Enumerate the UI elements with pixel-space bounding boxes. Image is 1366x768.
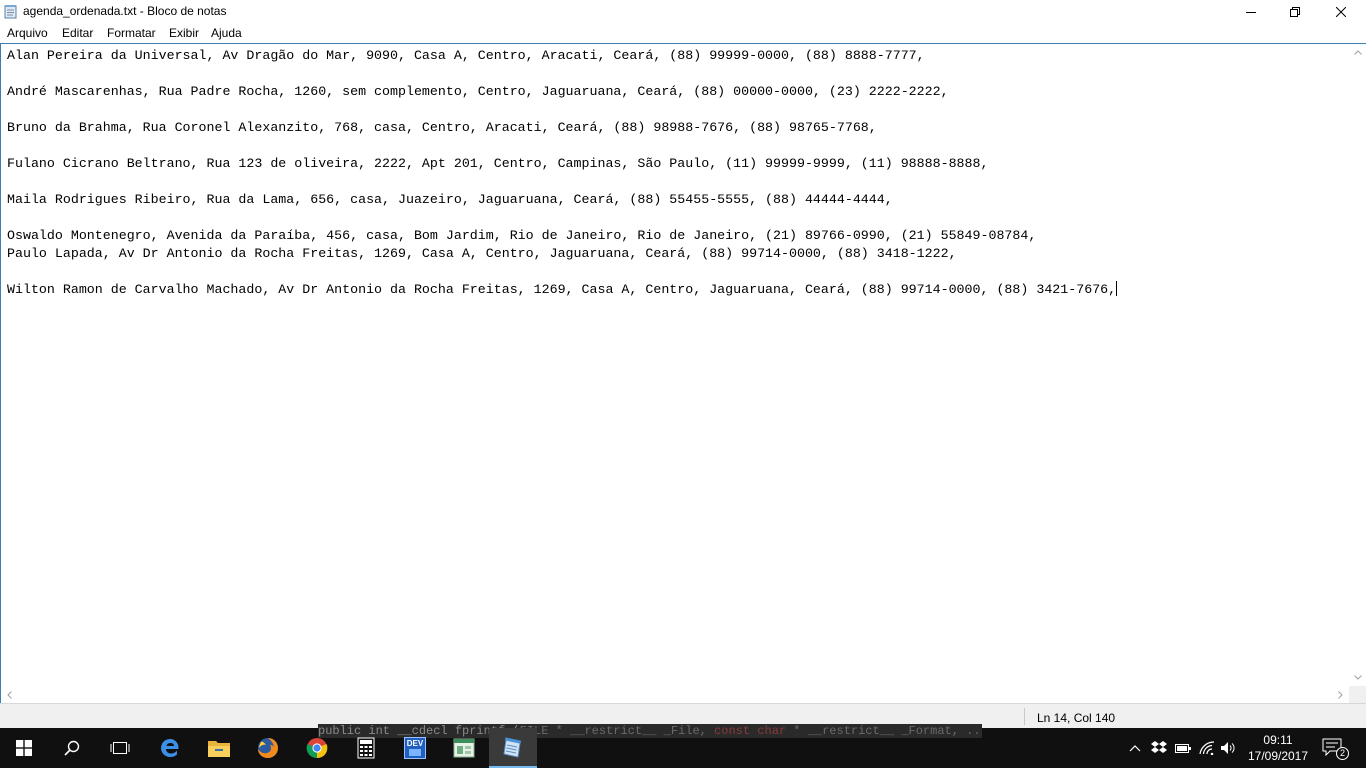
text-line[interactable]: Bruno da Brahma, Rua Coronel Alexanzito,… (7, 119, 1347, 137)
text-line[interactable]: Alan Pereira da Universal, Av Dragão do … (7, 47, 1347, 65)
menu-ajuda[interactable]: Ajuda (211, 26, 242, 40)
chevron-left-icon (7, 690, 12, 699)
text-line[interactable]: Oswaldo Montenegro, Avenida da Paraíba, … (7, 227, 1347, 245)
taskbar-devcpp[interactable]: DEV (391, 728, 439, 768)
task-view-icon (110, 742, 130, 754)
system-clock[interactable]: 09:11 17/09/2017 (1238, 732, 1318, 764)
menu-bar: Arquivo Editar Formatar Exibir Ajuda (0, 23, 1366, 42)
calculator-icon (357, 737, 375, 759)
vertical-scrollbar[interactable] (1349, 44, 1366, 686)
start-button[interactable] (0, 728, 48, 768)
tray-volume[interactable] (1221, 740, 1237, 756)
code-keyword: const char (714, 724, 787, 738)
devcpp-icon: DEV (404, 737, 426, 759)
taskbar-app[interactable] (440, 728, 488, 768)
clock-date: 17/09/2017 (1247, 749, 1309, 763)
folder-icon (208, 741, 230, 757)
windows-logo-icon (16, 740, 32, 756)
horizontal-scrollbar[interactable] (1, 686, 1349, 703)
text-caret (1116, 281, 1118, 296)
text-line[interactable] (7, 209, 1347, 227)
chevron-down-icon (1353, 675, 1362, 680)
window-title: agenda_ordenada.txt - Bloco de notas (23, 4, 227, 18)
dropbox-icon (1151, 741, 1167, 753)
text-line[interactable]: Fulano Cicrano Beltrano, Rua 123 de oliv… (7, 155, 1347, 173)
taskbar-notepad[interactable] (489, 728, 537, 768)
tray-dropbox[interactable] (1151, 740, 1167, 756)
text-line[interactable] (7, 65, 1347, 83)
code-rest: * __restrict__ _Format, ...) (786, 724, 982, 738)
text-line[interactable]: Maila Rodrigues Ribeiro, Rua da Lama, 65… (7, 191, 1347, 209)
notepad-icon (503, 737, 522, 758)
chevron-up-icon (1129, 745, 1141, 752)
text-line[interactable]: Wilton Ramon de Carvalho Machado, Av Dr … (7, 282, 1116, 297)
tray-wifi[interactable] (1199, 740, 1215, 756)
battery-icon (1175, 744, 1191, 753)
minimize-button[interactable] (1228, 0, 1274, 23)
edge-icon (161, 739, 179, 757)
status-divider (1024, 708, 1025, 725)
menu-editar[interactable]: Editar (62, 26, 93, 40)
editor-content[interactable]: Alan Pereira da Universal, Av Dragão do … (7, 47, 1347, 687)
search-icon (64, 740, 80, 756)
scroll-up-button[interactable] (1349, 44, 1366, 61)
taskbar-calculator[interactable] (342, 728, 390, 768)
chevron-up-icon (1353, 50, 1362, 55)
scrollbar-corner (1349, 686, 1366, 703)
wifi-icon (1199, 741, 1215, 755)
chevron-right-icon (1338, 690, 1343, 699)
task-view-button[interactable] (96, 728, 144, 768)
menu-exibir[interactable]: Exibir (169, 26, 199, 40)
taskbar-firefox[interactable] (244, 728, 292, 768)
scroll-down-button[interactable] (1349, 669, 1366, 686)
show-hidden-icons[interactable] (1127, 740, 1143, 756)
minimize-icon (1246, 11, 1256, 13)
firefox-icon (258, 738, 278, 758)
clock-time: 09:11 (1263, 733, 1293, 747)
text-editor[interactable]: Alan Pereira da Universal, Av Dragão do … (0, 43, 1366, 703)
taskbar: public int __cdecl fprintf (FILE * __res… (0, 724, 1366, 768)
text-line-with-caret[interactable]: Wilton Ramon de Carvalho Machado, Av Dr … (7, 281, 1347, 299)
notification-count-badge: 2 (1336, 747, 1349, 760)
window-app-icon (453, 738, 475, 758)
text-line[interactable] (7, 263, 1347, 281)
close-button[interactable] (1318, 0, 1364, 23)
text-line[interactable]: Paulo Lapada, Av Dr Antonio da Rocha Fre… (7, 245, 1347, 263)
tray-battery[interactable] (1175, 740, 1191, 756)
text-line[interactable]: André Mascarenhas, Rua Padre Rocha, 1260… (7, 83, 1347, 101)
scroll-right-button[interactable] (1332, 686, 1349, 703)
maximize-button[interactable] (1272, 0, 1318, 23)
taskbar-chrome[interactable] (293, 728, 341, 768)
title-bar[interactable]: agenda_ordenada.txt - Bloco de notas (0, 0, 1366, 23)
search-button[interactable] (48, 728, 96, 768)
close-icon (1336, 6, 1346, 17)
text-line[interactable] (7, 101, 1347, 119)
text-line[interactable] (7, 137, 1347, 155)
notepad-icon (4, 4, 18, 19)
cursor-position: Ln 14, Col 140 (1037, 711, 1116, 725)
code-file: FILE * __restrict__ _File, (519, 724, 715, 738)
text-line[interactable] (7, 173, 1347, 191)
taskbar-file-explorer[interactable] (195, 728, 243, 768)
chrome-icon (306, 738, 328, 759)
maximize-icon (1290, 6, 1300, 17)
taskbar-edge[interactable] (146, 728, 194, 768)
volume-icon (1221, 742, 1235, 754)
menu-arquivo[interactable]: Arquivo (7, 26, 48, 40)
menu-formatar[interactable]: Formatar (107, 26, 156, 40)
scroll-left-button[interactable] (1, 686, 18, 703)
devcpp-label: DEV (406, 739, 424, 748)
